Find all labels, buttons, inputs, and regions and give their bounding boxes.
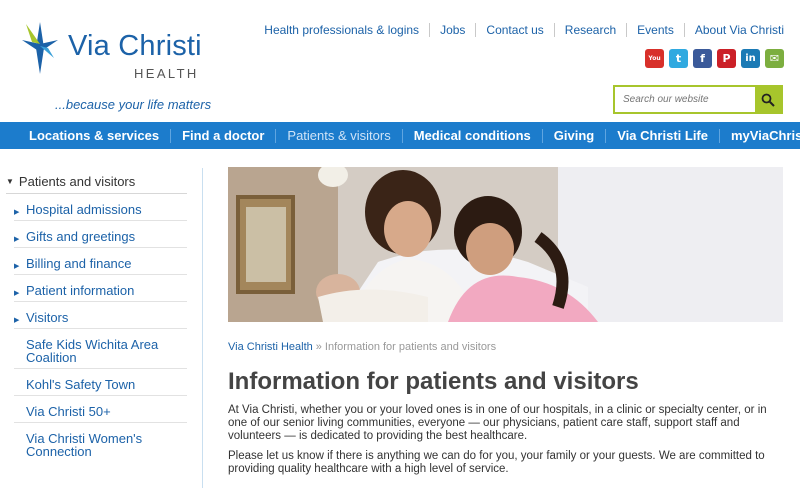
intro-paragraph: At Via Christi, whether you or your love… (228, 404, 767, 442)
sidebar-item-billing-finance[interactable]: ▶ Billing and finance (14, 257, 187, 275)
sidebar-item-label: Gifts and greetings (26, 229, 136, 244)
commitment-paragraph: Please let us know if there is anything … (228, 450, 765, 475)
tagline: ...because your life matters (55, 97, 212, 112)
utility-links: Health professionals & logins Jobs Conta… (254, 23, 784, 37)
toplink-contact-us[interactable]: Contact us (475, 23, 553, 37)
page-title: Information for patients and visitors (228, 368, 639, 395)
hero-photo-illustration (228, 167, 783, 322)
sidebar-item-label: Visitors (26, 310, 69, 325)
brand-name: Via Christi (68, 30, 202, 62)
nav-locations-services[interactable]: Locations & services (18, 128, 170, 143)
sidebar-item-via-christi-50[interactable]: Via Christi 50+ (14, 405, 187, 423)
facebook-icon[interactable]: f (693, 49, 712, 68)
youtube-icon[interactable]: You (645, 49, 664, 68)
main-nav: Locations & services Find a doctor Patie… (0, 122, 800, 149)
sidebar-item-label: Hospital admissions (26, 202, 142, 217)
toplink-jobs[interactable]: Jobs (429, 23, 475, 37)
nav-via-christi-life[interactable]: Via Christi Life (605, 128, 719, 143)
sidebar-heading-label: Patients and visitors (18, 174, 136, 189)
triangle-right-icon: ▶ (14, 209, 20, 216)
sidebar-divider (202, 168, 203, 488)
sidebar-item-label: Safe Kids Wichita Area Coalition (26, 337, 159, 365)
nav-find-a-doctor[interactable]: Find a doctor (170, 128, 275, 143)
triangle-down-icon: ▼ (6, 177, 14, 186)
search-box (613, 85, 783, 114)
toplink-events[interactable]: Events (626, 23, 684, 37)
nav-myviachristi[interactable]: myViaChristi (719, 128, 800, 143)
sidebar-item-label: Patient information (26, 283, 135, 298)
nav-giving[interactable]: Giving (541, 128, 605, 143)
search-input[interactable] (615, 87, 755, 112)
triangle-right-icon: ▶ (14, 236, 20, 243)
linkedin-icon[interactable]: in (741, 49, 760, 68)
sidebar-item-label: Billing and finance (26, 256, 132, 271)
sidebar-item-womens-connection[interactable]: Via Christi Women's Connection (14, 432, 187, 462)
nav-medical-conditions[interactable]: Medical conditions (401, 128, 542, 143)
sidebar-item-safe-kids[interactable]: Safe Kids Wichita Area Coalition (14, 338, 187, 369)
toplink-about[interactable]: About Via Christi (683, 23, 784, 37)
logo-mark-icon (22, 22, 58, 74)
triangle-right-icon: ▶ (14, 290, 20, 297)
search-icon (761, 93, 775, 107)
share-icon[interactable]: ✉ (765, 49, 784, 68)
sidebar-item-label: Via Christi Women's Connection (26, 431, 143, 459)
sidebar-heading[interactable]: ▼ Patients and visitors (6, 174, 187, 194)
sidebar-item-hospital-admissions[interactable]: ▶ Hospital admissions (14, 203, 187, 221)
breadcrumb-separator: » (315, 341, 322, 353)
breadcrumb-home-link[interactable]: Via Christi Health (228, 341, 313, 353)
nav-patients-visitors[interactable]: Patients & visitors (275, 128, 401, 143)
twitter-icon[interactable]: t (669, 49, 688, 68)
sidebar-item-safety-town[interactable]: Kohl's Safety Town (14, 378, 187, 396)
search-button[interactable] (755, 87, 781, 112)
hero-photo (228, 167, 783, 322)
site-header: Via Christi HEALTH ...because your life … (0, 0, 800, 122)
breadcrumb-current: Information for patients and visitors (324, 341, 497, 353)
toplink-research[interactable]: Research (553, 23, 626, 37)
toplink-health-professionals[interactable]: Health professionals & logins (254, 23, 429, 37)
breadcrumb: Via Christi Health» Information for patie… (228, 341, 496, 353)
social-links: You t f P in ✉ (645, 49, 784, 68)
sidebar-item-patient-information[interactable]: ▶ Patient information (14, 284, 187, 302)
brand-subtitle: HEALTH (134, 66, 199, 81)
sidebar-item-label: Kohl's Safety Town (26, 377, 136, 392)
sidebar-item-gifts-greetings[interactable]: ▶ Gifts and greetings (14, 230, 187, 248)
triangle-right-icon: ▶ (14, 317, 20, 324)
triangle-right-icon: ▶ (14, 263, 20, 270)
via-christi-logo[interactable]: Via Christi HEALTH (18, 18, 218, 88)
sidebar-item-visitors[interactable]: ▶ Visitors (14, 311, 187, 329)
sidebar-item-label: Via Christi 50+ (26, 404, 111, 419)
pinterest-icon[interactable]: P (717, 49, 736, 68)
